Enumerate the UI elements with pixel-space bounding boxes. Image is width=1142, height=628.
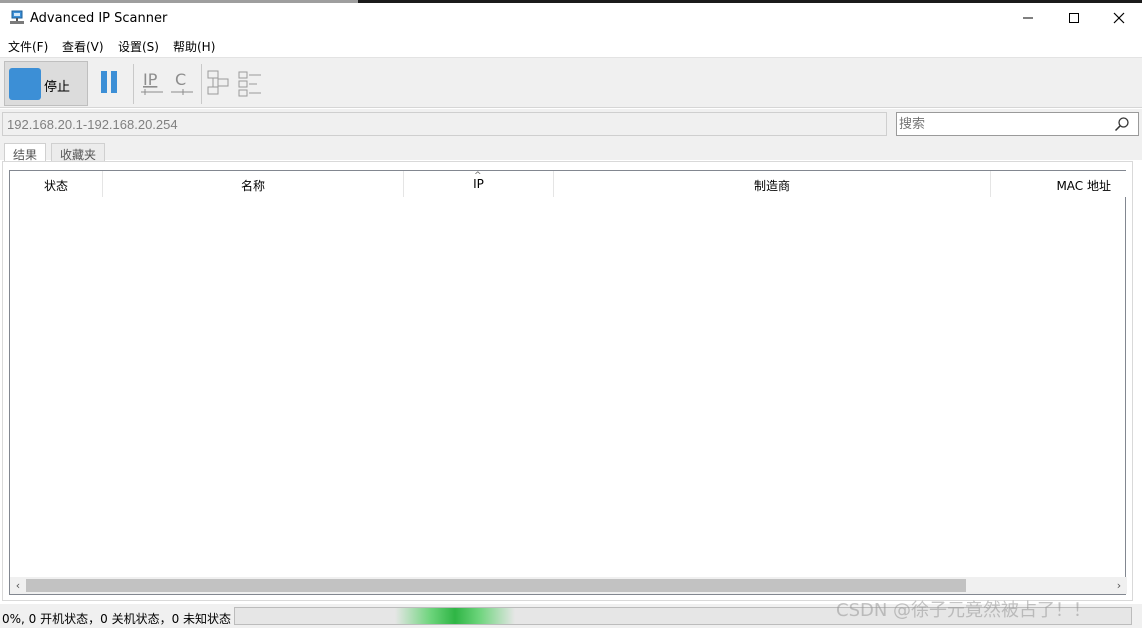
stop-icon <box>9 68 41 100</box>
tab-strip: 结果 收藏夹 <box>0 140 1142 163</box>
title-bar: Advanced IP Scanner <box>0 3 1142 33</box>
column-header-status[interactable]: 状态 <box>10 171 103 197</box>
watermark: CSDN @徐子元竟然被占了！！ <box>836 600 1092 621</box>
tab-favorites[interactable]: 收藏夹 <box>51 143 106 163</box>
toolbar-separator <box>133 64 134 104</box>
column-header-ip[interactable]: ^ IP <box>404 171 554 197</box>
pause-button[interactable] <box>98 71 122 95</box>
ip-range-input[interactable] <box>2 112 887 136</box>
svg-text:IP: IP <box>143 70 158 89</box>
stop-button[interactable]: 停止 <box>4 61 88 106</box>
address-row <box>0 109 1142 140</box>
pause-icon <box>101 71 107 93</box>
results-table: 状态 名称 ^ IP 制造商 MAC 地址 ‹ › <box>9 170 1127 595</box>
minimize-button[interactable] <box>1005 3 1051 33</box>
results-panel: 状态 名称 ^ IP 制造商 MAC 地址 ‹ › <box>2 161 1133 601</box>
menu-file[interactable]: 文件(F) <box>8 38 48 55</box>
stop-label: 停止 <box>44 80 71 95</box>
tab-results[interactable]: 结果 <box>4 143 47 163</box>
column-header-manufacturer[interactable]: 制造商 <box>554 171 991 197</box>
close-button[interactable] <box>1096 3 1142 33</box>
menu-settings[interactable]: 设置(S) <box>118 38 159 55</box>
menu-bar: 文件(F) 查看(V) 设置(S) 帮助(H) <box>0 34 1142 56</box>
toolbar: 停止 IP C <box>0 57 1142 108</box>
ip-icon[interactable]: IP <box>139 68 165 98</box>
toolbar-separator <box>201 64 202 104</box>
app-network-icon <box>10 10 24 24</box>
scan-status-text: 0%, 0 开机状态，0 关机状态，0 未知状态 <box>2 612 232 626</box>
window-title: Advanced IP Scanner <box>30 11 168 26</box>
minimize-icon <box>1023 17 1033 19</box>
menu-view[interactable]: 查看(V) <box>62 38 104 55</box>
scrollbar-thumb[interactable] <box>26 579 966 592</box>
maximize-button[interactable] <box>1051 3 1097 33</box>
column-header-name[interactable]: 名称 <box>103 171 404 197</box>
sort-ascending-icon: ^ <box>474 171 482 181</box>
search-box[interactable] <box>896 112 1139 136</box>
c-icon[interactable]: C <box>169 68 195 98</box>
progress-indicator <box>395 608 515 624</box>
svg-text:C: C <box>175 70 186 89</box>
search-input[interactable] <box>899 115 1099 133</box>
horizontal-scrollbar[interactable]: ‹ › <box>10 577 1127 594</box>
scroll-left-icon[interactable]: ‹ <box>11 578 25 593</box>
maximize-icon <box>1069 13 1079 23</box>
close-icon <box>1113 12 1125 24</box>
search-icon[interactable] <box>1114 116 1130 132</box>
table-header: 状态 名称 ^ IP 制造商 MAC 地址 <box>10 171 1127 197</box>
column-header-mac[interactable]: MAC 地址 <box>991 171 1127 197</box>
scroll-right-icon[interactable]: › <box>1112 578 1126 593</box>
network-icon[interactable] <box>206 68 232 98</box>
list-icon[interactable] <box>237 68 263 98</box>
menu-help[interactable]: 帮助(H) <box>173 38 215 55</box>
